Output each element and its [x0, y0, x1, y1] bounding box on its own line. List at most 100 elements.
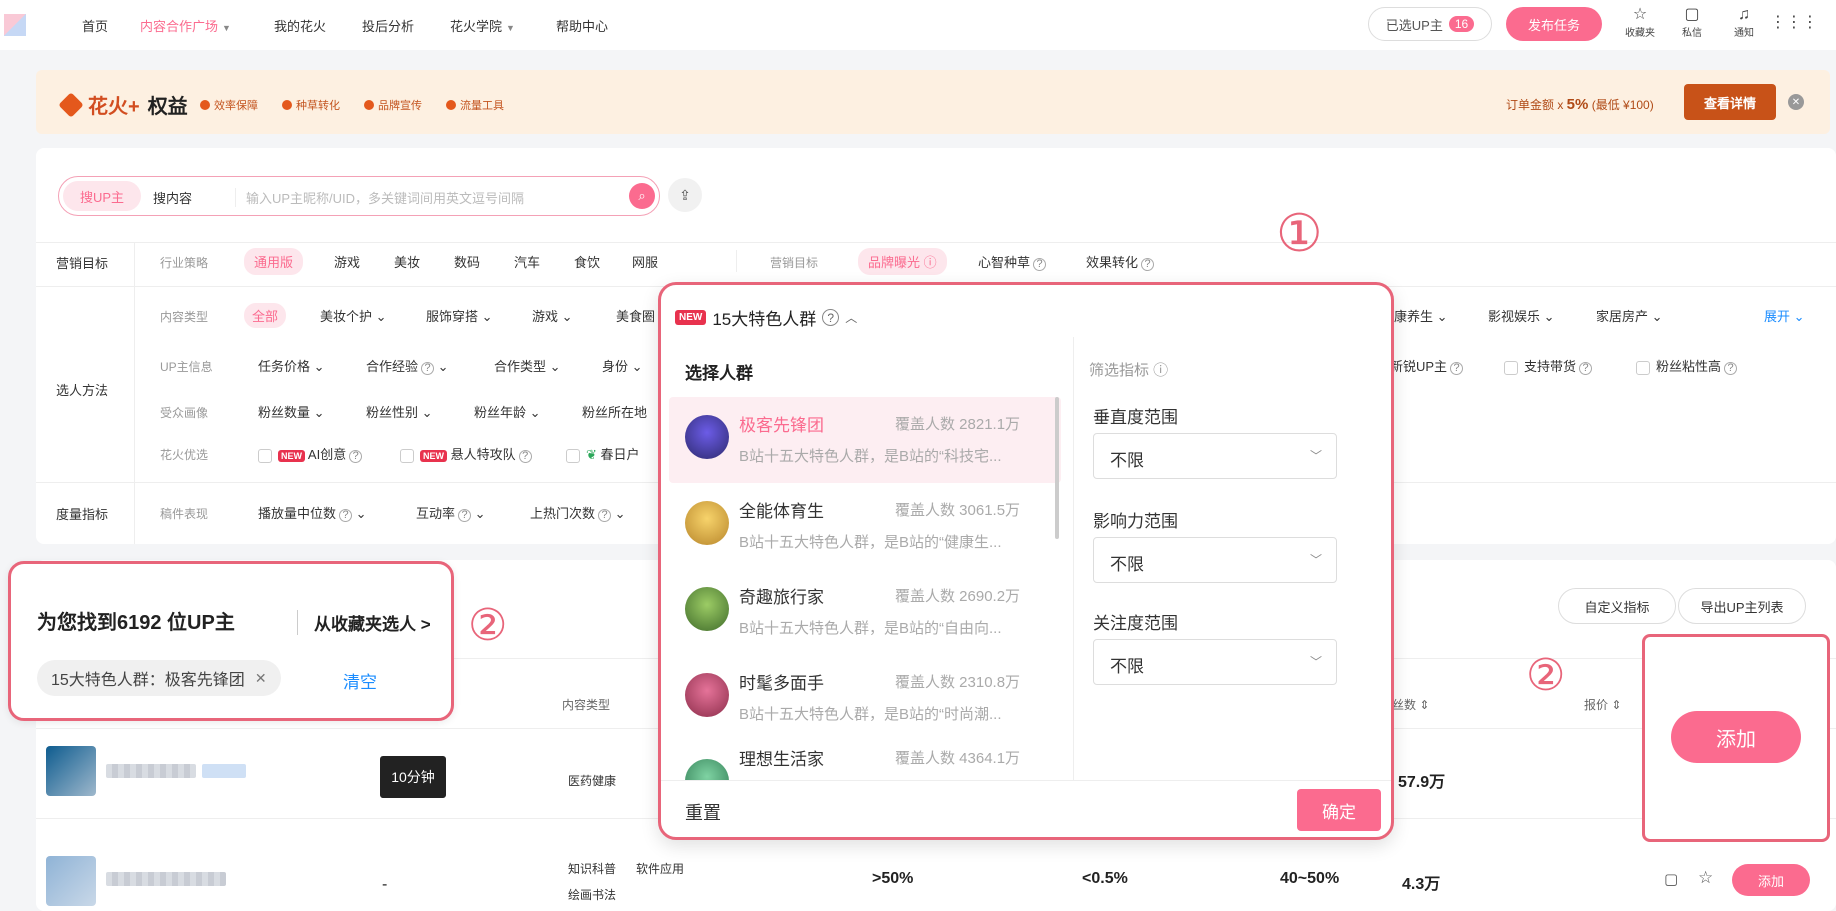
up-name[interactable] [106, 764, 196, 778]
audience-item[interactable]: 粉丝年龄 ⌄ [474, 402, 541, 421]
ai-creative-filter[interactable]: NEW AI创意? [258, 444, 363, 463]
apps-grid-icon[interactable]: ⋮⋮⋮ [1770, 12, 1818, 32]
expand-link[interactable]: 展开 ⌄ [1764, 306, 1805, 325]
crowd-option-lifestyle[interactable]: 理想生活家 覆盖人数 4364.1万 [669, 741, 1061, 781]
nav-home[interactable]: 首页 [82, 16, 108, 35]
content-type-item[interactable]: 美妆个护 ⌄ [320, 306, 387, 325]
attention-range-select[interactable]: 不限 ﹀ [1093, 639, 1337, 685]
avatar[interactable] [46, 746, 96, 796]
goal-brand-exposure[interactable]: 品牌曝光 ⓘ [858, 248, 947, 275]
avatar[interactable] [46, 856, 96, 906]
goal-conversion[interactable]: 效果转化? [1086, 252, 1155, 271]
col-fans[interactable]: 丝数 ⇕ [1392, 696, 1429, 713]
industry-item[interactable]: 食饮 [574, 252, 600, 271]
vertical-range-select[interactable]: 不限 ﹀ [1093, 433, 1337, 479]
checkbox[interactable] [566, 448, 580, 463]
view-details-button[interactable]: 查看详情 [1684, 84, 1776, 120]
industry-item[interactable]: 数码 [454, 252, 480, 271]
nav-my-huahuo[interactable]: 我的花火 [274, 16, 326, 35]
content-type-item[interactable]: 影视娱乐 ⌄ [1488, 306, 1555, 325]
content-type-all[interactable]: 全部 [244, 303, 287, 328]
app-logo[interactable] [4, 14, 26, 36]
new-up-filter[interactable]: 新锐UP主? [1390, 356, 1464, 375]
crowd-option-fashion[interactable]: 时髦多面手 覆盖人数 2310.8万 B站十五大特色人群，是B站的“时尚潮... [669, 655, 1061, 741]
metric-item[interactable]: 播放量中位数? ⌄ [258, 503, 367, 522]
crowd-option-geek[interactable]: 极客先锋团 覆盖人数 2821.1万 B站十五大特色人群，是B站的“科技宅... [669, 397, 1061, 483]
scrollbar[interactable] [1055, 397, 1059, 539]
crowd-option-travel[interactable]: 奇趣旅行家 覆盖人数 2690.2万 B站十五大特色人群，是B站的“自由向... [669, 569, 1061, 655]
goal-mind-seeding[interactable]: 心智种草? [978, 252, 1047, 271]
from-favorites-link[interactable]: 从收藏夹选人 > [297, 610, 431, 635]
industry-item[interactable]: 游戏 [334, 252, 360, 271]
checkbox[interactable] [1504, 360, 1518, 375]
special-team-filter[interactable]: NEW 悬人特攻队? [400, 444, 532, 463]
content-type-item[interactable]: 服饰穿搭 ⌄ [426, 306, 493, 325]
tab-search-content[interactable]: 搜内容 [153, 188, 192, 207]
up-info-item[interactable]: 身份 ⌄ [602, 356, 643, 375]
up-info-item[interactable]: 合作类型 ⌄ [494, 356, 561, 375]
upload-icon[interactable]: ⇪ [668, 178, 702, 212]
content-type-item[interactable]: 家居房产 ⌄ [1596, 306, 1663, 325]
audience-item[interactable]: 粉丝数量 ⌄ [258, 402, 325, 421]
metric-item[interactable]: 上热门次数? ⌄ [530, 503, 626, 522]
content-type-item[interactable]: 游戏 ⌄ [532, 306, 573, 325]
checkbox[interactable] [400, 448, 414, 463]
metrics-label: 度量指标 [56, 507, 109, 522]
up-info-item[interactable]: 合作经验? ⌄ [366, 356, 449, 375]
audience-item[interactable]: 粉丝性别 ⌄ [366, 402, 433, 421]
support-sales-filter[interactable]: 支持带货? [1504, 356, 1593, 375]
industry-general[interactable]: 通用版 [244, 248, 304, 275]
fan-stickiness-filter[interactable]: 粉丝粘性高? [1636, 356, 1738, 375]
notifications-button[interactable]: ♫ 通知 [1724, 6, 1764, 39]
confirm-button[interactable]: 确定 [1297, 789, 1381, 831]
up-info-item[interactable]: 任务价格 ⌄ [258, 356, 325, 375]
metric-item[interactable]: 互动率? ⌄ [416, 503, 486, 522]
selected-up-button[interactable]: 已选UP主 16 [1368, 7, 1492, 41]
up-tag [202, 764, 246, 778]
industry-item[interactable]: 汽车 [514, 252, 540, 271]
help-icon: ? [598, 509, 612, 522]
top-nav: 首页 内容合作广场 ▼ 我的花火 投后分析 花火学院 ▼ 帮助中心 已选UP主 16… [0, 0, 1836, 50]
help-icon: ? [1579, 362, 1593, 375]
content-type-item[interactable]: 美食圈 [616, 306, 655, 325]
search-icon[interactable]: ⌕ [629, 183, 655, 209]
nav-content-plaza[interactable]: 内容合作广场 ▼ [140, 16, 231, 35]
chat-icon: ▢ [1684, 6, 1700, 23]
tab-search-up[interactable]: 搜UP主 [63, 181, 141, 211]
clear-filters-link[interactable]: 清空 [343, 668, 377, 693]
publish-task-button[interactable]: 发布任务 [1506, 7, 1602, 41]
nav-post-analysis[interactable]: 投后分析 [362, 16, 414, 35]
crowd-option-sports[interactable]: 全能体育生 覆盖人数 3061.5万 B站十五大特色人群，是B站的“健康生... [669, 483, 1061, 569]
up-name[interactable] [106, 872, 226, 886]
close-icon[interactable]: ✕ [1788, 94, 1804, 110]
popup-header[interactable]: NEW 15大特色人群 ? ︿ [675, 305, 857, 330]
favorites-button[interactable]: ☆ 收藏夹 [1620, 6, 1660, 39]
industry-item[interactable]: 美妆 [394, 252, 420, 271]
messages-button[interactable]: ▢ 私信 [1672, 6, 1712, 39]
checkbox[interactable] [258, 448, 272, 463]
audience-item[interactable]: 粉丝所在地 [582, 402, 647, 421]
influence-range-select[interactable]: 不限 ﹀ [1093, 537, 1337, 583]
col-price[interactable]: 报价 ⇕ [1584, 696, 1621, 713]
industry-item[interactable]: 网服 [632, 252, 658, 271]
checkbox[interactable] [1636, 360, 1650, 375]
search-input[interactable]: 输入UP主昵称/UID，多关键词间用英文逗号间隔 [235, 188, 524, 207]
export-up-list-button[interactable]: 导出UP主列表 [1678, 588, 1806, 624]
add-button[interactable]: 添加 [1732, 864, 1810, 896]
spring-filter[interactable]: ❦ 春日户 [566, 444, 640, 463]
chevron-down-icon: ﹀ [1309, 655, 1322, 669]
add-button[interactable]: 添加 [1671, 711, 1801, 763]
reset-button[interactable]: 重置 [685, 799, 721, 825]
custom-metric-button[interactable]: 自定义指标 [1558, 588, 1676, 624]
star-icon[interactable]: ☆ [1698, 868, 1713, 888]
message-icon[interactable]: ▢ [1664, 870, 1678, 888]
vertical-range-label: 垂直度范围 [1093, 408, 1178, 427]
content-type-item[interactable]: 康养生 ⌄ [1394, 306, 1448, 325]
nav-academy[interactable]: 花火学院 ▼ [450, 16, 515, 35]
active-filter-chip: 15大特色人群：极客先锋团 ✕ [37, 660, 281, 696]
check-icon [282, 100, 292, 110]
nav-help[interactable]: 帮助中心 [556, 16, 608, 35]
close-icon[interactable]: ✕ [255, 670, 267, 687]
video-thumbnail[interactable]: 10分钟 [380, 756, 446, 798]
content-type-cell: 绘画书法 [568, 888, 617, 902]
